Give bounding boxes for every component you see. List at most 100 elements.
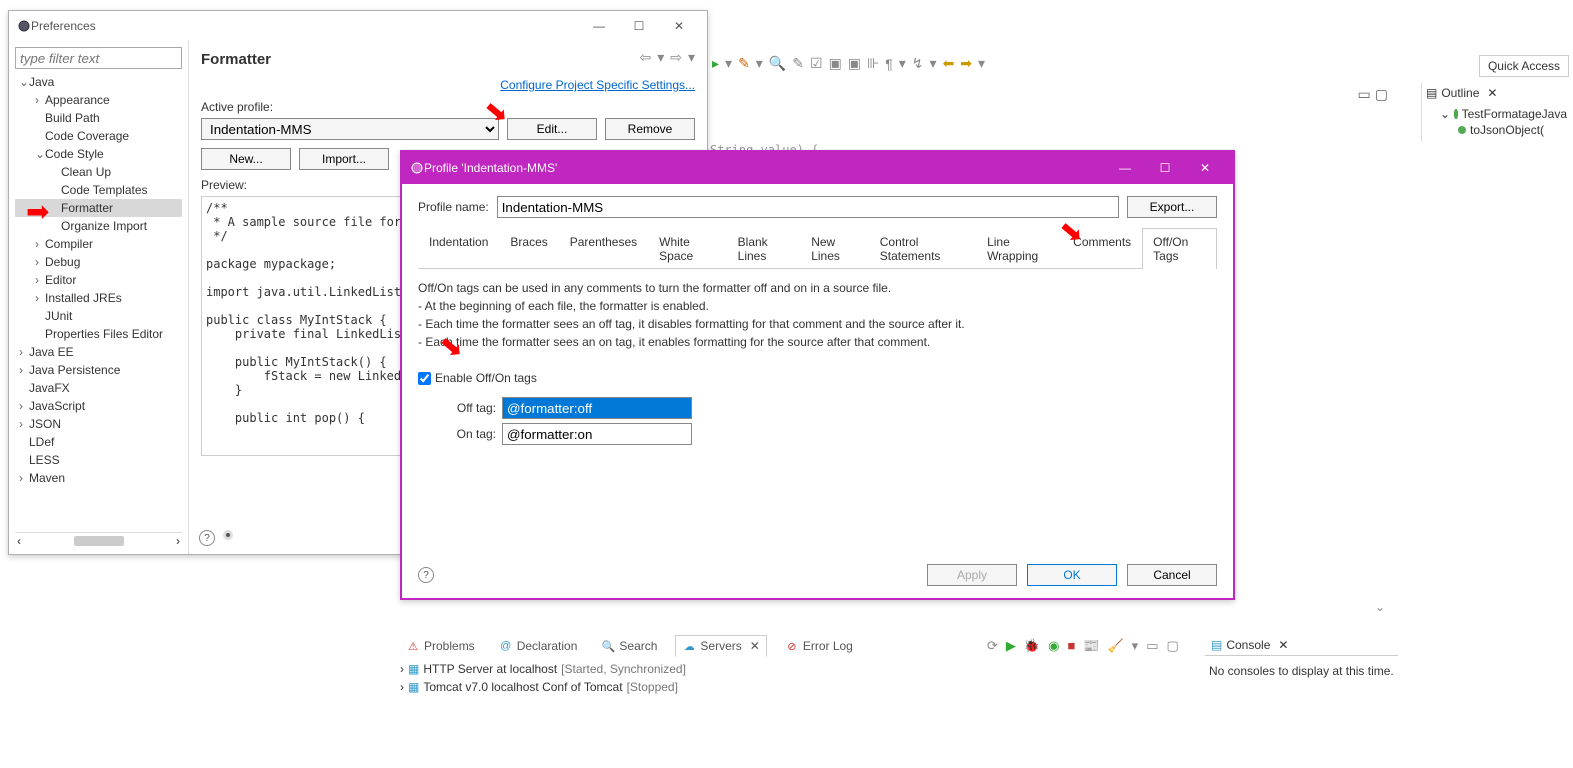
scroll-left-icon[interactable]: ‹ <box>17 534 21 548</box>
dropdown-icon[interactable]: ▾ <box>899 55 906 72</box>
tree-item-formatter[interactable]: Formatter <box>15 199 182 217</box>
tree-item-code-coverage[interactable]: Code Coverage <box>15 127 182 145</box>
dropdown-icon[interactable]: ▾ <box>930 55 937 72</box>
tree-item-code-style[interactable]: ⌄Code Style <box>15 145 182 163</box>
tab-problems[interactable]: ⚠Problems <box>400 636 481 656</box>
forward-icon[interactable]: ⇨ <box>668 49 684 66</box>
tree-item-build-path[interactable]: Build Path <box>15 109 182 127</box>
chevron-right-icon[interactable]: › <box>19 469 29 487</box>
new-button[interactable]: New... <box>201 148 291 170</box>
chevron-right-icon[interactable]: › <box>19 343 29 361</box>
server-item[interactable]: › ▦ HTTP Server at localhost [Started, S… <box>400 660 686 678</box>
tree-item-ldef[interactable]: LDef <box>15 433 182 451</box>
tree-item-java-ee[interactable]: ›Java EE <box>15 343 182 361</box>
chevron-down-icon[interactable]: ⌄ <box>35 145 45 163</box>
dropdown-icon[interactable]: ▾ <box>655 49 666 66</box>
chevron-down-icon[interactable]: ⌄ <box>1440 107 1450 121</box>
preferences-tree[interactable]: ⌄Java›AppearanceBuild PathCode Coverage⌄… <box>15 73 182 532</box>
tab-servers[interactable]: ☁Servers ✕ <box>675 635 766 657</box>
wand-icon[interactable]: ✎ <box>738 55 750 72</box>
close-icon[interactable]: ✕ <box>750 639 760 653</box>
tree-item-organize-import[interactable]: Organize Import <box>15 217 182 235</box>
minimize-icon[interactable]: — <box>579 12 619 40</box>
tree-item-clean-up[interactable]: Clean Up <box>15 163 182 181</box>
dropdown-icon[interactable]: ▾ <box>978 55 985 72</box>
menu-icon[interactable]: ▾ <box>1130 638 1141 654</box>
box-icon[interactable]: ▣ <box>829 55 842 72</box>
forward-icon[interactable]: ➡ <box>960 55 972 72</box>
chevron-right-icon[interactable]: › <box>19 415 29 433</box>
tree-item-java[interactable]: ⌄Java <box>15 73 182 91</box>
export-button[interactable]: Export... <box>1127 196 1217 218</box>
tree-item-editor[interactable]: ›Editor <box>15 271 182 289</box>
apply-button[interactable]: Apply <box>927 564 1017 586</box>
quick-access[interactable]: Quick Access <box>1479 55 1569 77</box>
outline-item[interactable]: toJsonObject( <box>1426 122 1567 138</box>
tree-item-properties-files-editor[interactable]: Properties Files Editor <box>15 325 182 343</box>
tab-braces[interactable]: Braces <box>499 228 558 269</box>
tree-item-appearance[interactable]: ›Appearance <box>15 91 182 109</box>
minimize-icon[interactable]: — <box>1105 154 1145 182</box>
tab-search[interactable]: 🔍Search <box>595 636 663 656</box>
tab-declaration[interactable]: @Declaration <box>493 636 584 656</box>
chevron-right-icon[interactable]: › <box>400 678 404 696</box>
tab-new-lines[interactable]: New Lines <box>800 228 869 269</box>
close-icon[interactable]: ✕ <box>659 12 699 40</box>
ruler-icon[interactable]: ⊪ <box>867 55 879 72</box>
maximize-icon[interactable]: ☐ <box>1145 154 1185 182</box>
server-item[interactable]: › ▦ Tomcat v7.0 localhost Conf of Tomcat… <box>400 678 686 696</box>
chevron-right-icon[interactable]: › <box>400 660 404 678</box>
close-icon[interactable]: ✕ <box>1487 86 1497 100</box>
active-profile-select[interactable]: Indentation-MMS <box>201 118 499 140</box>
profile-name-input[interactable] <box>497 196 1119 218</box>
maximize-icon[interactable]: ☐ <box>619 12 659 40</box>
tree-item-code-templates[interactable]: Code Templates <box>15 181 182 199</box>
scroll-indicator[interactable]: ⌄ <box>1375 600 1385 614</box>
tab-console[interactable]: ▤ Console ✕ <box>1205 635 1398 656</box>
off-tag-input[interactable] <box>502 397 692 419</box>
chevron-right-icon[interactable]: › <box>35 235 45 253</box>
tab-indentation[interactable]: Indentation <box>418 228 499 269</box>
tree-item-junit[interactable]: JUnit <box>15 307 182 325</box>
debug-icon[interactable]: ▸ <box>712 55 719 72</box>
chevron-right-icon[interactable]: › <box>35 91 45 109</box>
synchronize-icon[interactable]: ⟳ <box>985 638 1000 654</box>
tree-item-compiler[interactable]: ›Compiler <box>15 235 182 253</box>
enable-tags-checkbox[interactable] <box>418 372 431 385</box>
dropdown-icon[interactable]: ▾ <box>686 49 697 66</box>
import-button[interactable]: Import... <box>299 148 389 170</box>
tree-item-java-persistence[interactable]: ›Java Persistence <box>15 361 182 379</box>
profile-icon[interactable]: ◉ <box>1046 638 1061 654</box>
chevron-right-icon[interactable]: › <box>35 253 45 271</box>
configure-project-link[interactable]: Configure Project Specific Settings... <box>201 78 695 92</box>
chevron-down-icon[interactable]: ⌄ <box>19 73 29 91</box>
tab-control-statements[interactable]: Control Statements <box>869 228 976 269</box>
close-icon[interactable]: ✕ <box>1278 638 1288 652</box>
nav-icon[interactable]: ↯ <box>912 55 924 72</box>
chevron-right-icon[interactable]: › <box>19 397 29 415</box>
search-icon[interactable]: 🔍 <box>769 55 786 72</box>
tab-blank-lines[interactable]: Blank Lines <box>727 228 801 269</box>
tree-item-javafx[interactable]: JavaFX <box>15 379 182 397</box>
horizontal-scrollbar[interactable]: ‹ › <box>15 532 182 548</box>
maximize-icon[interactable]: ▢ <box>1165 638 1181 654</box>
tree-item-javascript[interactable]: ›JavaScript <box>15 397 182 415</box>
scrollbar-thumb[interactable] <box>74 536 124 546</box>
chevron-right-icon[interactable]: › <box>35 289 45 307</box>
remove-button[interactable]: Remove <box>605 118 695 140</box>
tab-parentheses[interactable]: Parentheses <box>559 228 648 269</box>
tab-off-on-tags[interactable]: Off/On Tags <box>1142 228 1217 269</box>
paragraph-icon[interactable]: ¶ <box>885 56 893 72</box>
cancel-button[interactable]: Cancel <box>1127 564 1217 586</box>
tab-comments[interactable]: Comments <box>1062 228 1142 269</box>
dropdown-icon[interactable]: ▾ <box>756 55 763 72</box>
tree-item-debug[interactable]: ›Debug <box>15 253 182 271</box>
minimize-icon[interactable]: ▭ <box>1144 638 1160 654</box>
box-icon[interactable]: ▣ <box>848 55 861 72</box>
clean-icon[interactable]: 🧹 <box>1105 638 1125 654</box>
scroll-right-icon[interactable]: › <box>176 534 180 548</box>
task-icon[interactable]: ☑ <box>810 55 823 72</box>
outline-tab[interactable]: ▤ Outline ✕ <box>1426 86 1567 100</box>
minimize-icon[interactable]: ▭ <box>1358 86 1371 103</box>
edit-button[interactable]: Edit... <box>507 118 597 140</box>
